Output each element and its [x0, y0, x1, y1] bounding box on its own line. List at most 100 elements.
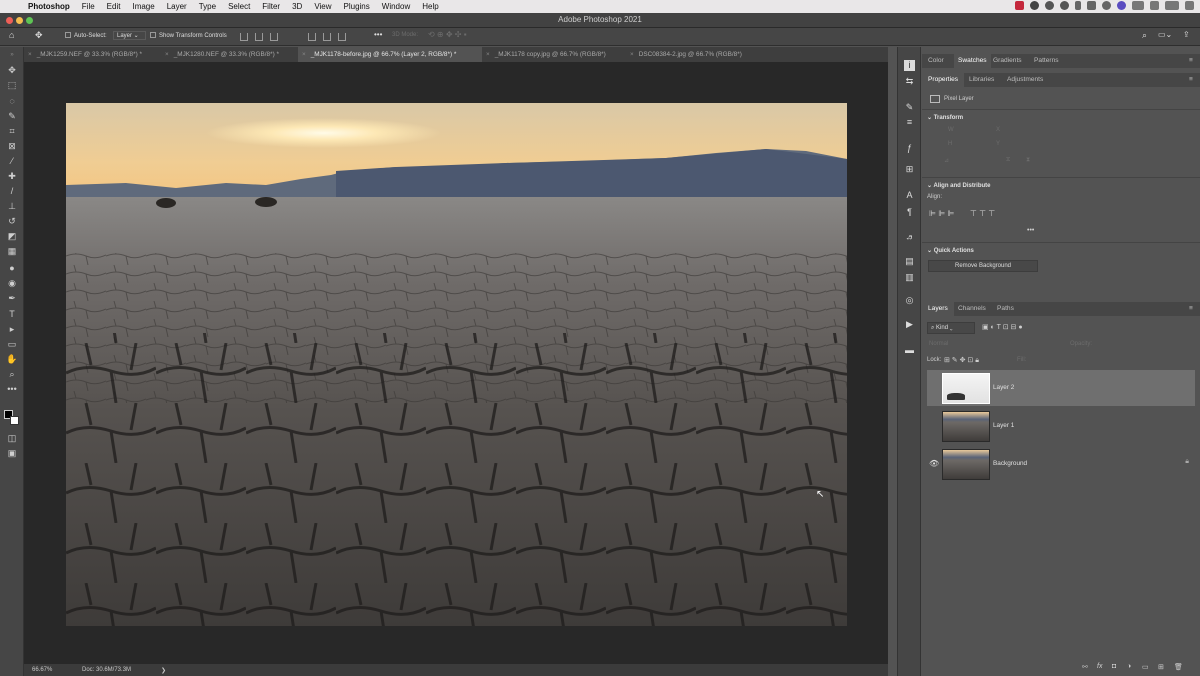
menu-file[interactable]: File [76, 2, 101, 11]
character-panel-icon[interactable]: A [904, 190, 915, 201]
tab-color[interactable]: Color [928, 57, 944, 64]
show-transform-controls-checkbox[interactable]: Show Transform Controls [150, 32, 227, 39]
layer-row-background[interactable]: 👁︎ Background 🔒︎ [927, 446, 1195, 482]
flip-vertical-icon[interactable]: ⧗ [1026, 157, 1030, 164]
tab-document-active[interactable]: × _MJK1178-before.jpg @ 66.7% (Layer 2, R… [298, 47, 482, 62]
adjustment-layer-icon[interactable]: ◑ [1127, 663, 1131, 670]
add-mask-icon[interactable]: ◘ [1112, 663, 1116, 670]
close-tab-icon[interactable]: × [486, 51, 490, 58]
align-right-edges-icon[interactable] [270, 33, 278, 41]
remove-background-button[interactable]: Remove Background [928, 260, 1038, 272]
type-tool-icon[interactable]: T [5, 308, 19, 320]
menu-3d[interactable]: 3D [286, 2, 308, 11]
tab-document-5[interactable]: × DSC08384-2.jpg @ 66.7% (RGB/8*) [626, 47, 786, 62]
menu-filter[interactable]: Filter [256, 2, 286, 11]
control-center-icon[interactable] [1185, 1, 1194, 10]
status-display-icon[interactable] [1132, 1, 1144, 10]
tab-properties[interactable]: Properties [922, 73, 965, 87]
glyphs-panel-icon[interactable]: ꭿ [904, 231, 915, 242]
menu-app-photoshop[interactable]: Photoshop [22, 2, 76, 11]
document-size[interactable]: Doc: 30.6M/73.3M [82, 667, 131, 673]
adjust-panel-icon[interactable]: ≡ [904, 117, 915, 128]
tab-swatches[interactable]: Swatches [954, 54, 991, 68]
background-color-swatch[interactable] [10, 416, 19, 425]
new-layer-icon[interactable]: ⊞ [1158, 663, 1164, 671]
info-panel-icon[interactable]: i [904, 60, 915, 71]
close-tab-icon[interactable]: × [165, 51, 169, 58]
layer-filter-icons[interactable]: ▣ ◐ T ⊡ ⊟ ● [982, 323, 1023, 331]
frame-tool-icon[interactable]: ⊠ [5, 140, 19, 152]
menu-layer[interactable]: Layer [161, 2, 193, 11]
new-group-icon[interactable]: ▭ [1142, 663, 1149, 671]
rotate-angle-icon[interactable]: ⊿ [944, 157, 949, 164]
layer-name[interactable]: Background [993, 460, 1027, 467]
transform-w-field[interactable]: W [948, 127, 954, 133]
status-app-icon[interactable] [1015, 1, 1024, 10]
wifi-icon[interactable] [1150, 1, 1159, 10]
timeline-icon[interactable]: ▬ [904, 345, 915, 356]
clone-stamp-tool-icon[interactable]: ⊥ [5, 200, 19, 212]
move-tool-icon[interactable]: ✥ [5, 64, 19, 76]
tab-document-1[interactable]: × _MJK1259.NEF @ 33.3% (RGB/8*) * [24, 47, 161, 62]
lock-options-icons[interactable]: ⊞ ✎ ✥ ⊡ 🔒︎ [944, 356, 979, 365]
transform-h-field[interactable]: H [948, 141, 952, 147]
lock-icon[interactable]: 🔒︎ [1185, 458, 1189, 466]
zoom-tool-icon[interactable]: ⌕ [5, 368, 19, 380]
layer-name[interactable]: Layer 2 [993, 384, 1014, 391]
history-brush-tool-icon[interactable]: ↺ [5, 215, 19, 227]
edit-toolbar-icon[interactable]: ••• [5, 383, 19, 395]
auto-select-checkbox[interactable]: Auto-Select: [65, 32, 107, 39]
tab-layers[interactable]: Layers [922, 302, 954, 316]
hand-tool-icon[interactable]: ✋ [5, 353, 19, 365]
status-sync-icon[interactable] [1045, 1, 1054, 10]
status-creative-cloud-icon[interactable] [1060, 1, 1069, 10]
close-tab-icon[interactable]: × [630, 51, 634, 58]
actions-play-icon[interactable]: ▶ [904, 319, 915, 330]
crop-tool-icon[interactable]: ⌗ [5, 125, 19, 137]
panel-menu-icon[interactable]: ≡ [1189, 305, 1193, 312]
history-panel-icon[interactable]: ⇆ [904, 76, 915, 87]
layer-filter-kind-dropdown[interactable]: ⌕ Kind ⌄ [927, 322, 975, 334]
align-top-edges-icon[interactable] [308, 33, 316, 41]
align-vertical-centers-icon[interactable] [323, 33, 331, 41]
menu-edit[interactable]: Edit [101, 2, 127, 11]
status-timer-icon[interactable] [1087, 1, 1096, 10]
lasso-tool-icon[interactable]: ◌ [5, 95, 19, 107]
navigator-panel-icon[interactable]: ▤ [904, 256, 915, 267]
close-tab-icon[interactable]: × [302, 51, 306, 58]
tab-channels[interactable]: Channels [958, 305, 986, 312]
battery-icon[interactable] [1165, 1, 1179, 10]
quick-actions-section-header[interactable]: ⌄ Quick Actions [927, 247, 974, 254]
align-more-icon[interactable]: ••• [1027, 227, 1034, 234]
fx-button[interactable]: fx [1097, 663, 1102, 670]
tab-document-4[interactable]: × _MJK1178 copy.jpg @ 66.7% (RGB/8*) [482, 47, 626, 62]
tab-paths[interactable]: Paths [997, 305, 1014, 312]
layer-row-layer-1[interactable]: Layer 1 [927, 408, 1195, 444]
pen-tool-icon[interactable]: ✒ [5, 292, 19, 304]
menu-type[interactable]: Type [193, 2, 222, 11]
brush-settings-icon[interactable]: ✎ [904, 102, 915, 113]
move-tool-preset-icon[interactable]: ✥ [35, 30, 43, 41]
paragraph-panel-icon[interactable]: ¶ [904, 207, 915, 218]
status-clock-icon[interactable] [1102, 1, 1111, 10]
flip-horizontal-icon[interactable]: ⧖ [1006, 157, 1010, 164]
quick-selection-tool-icon[interactable]: ✎ [5, 110, 19, 122]
layer-name[interactable]: Layer 1 [993, 422, 1014, 429]
share-icon[interactable]: ⇪ [1183, 30, 1190, 39]
blur-tool-icon[interactable]: ● [5, 262, 19, 274]
delete-layer-icon[interactable]: 🗑︎ [1174, 663, 1183, 671]
visibility-eye-icon[interactable]: 👁︎ [929, 459, 939, 468]
screen-mode-icon[interactable]: ▣ [5, 447, 19, 459]
link-layers-icon[interactable]: ⚯ [1082, 663, 1088, 671]
brush-tool-icon[interactable]: / [5, 185, 19, 197]
home-icon[interactable]: ⌂ [9, 30, 14, 40]
blend-mode-dropdown[interactable]: Normal [929, 341, 948, 347]
tab-adjustments[interactable]: Adjustments [1007, 76, 1043, 83]
gradient-tool-icon[interactable]: ▦ [5, 245, 19, 257]
dodge-tool-icon[interactable]: ◉ [5, 277, 19, 289]
tab-libraries[interactable]: Libraries [969, 76, 994, 83]
eraser-tool-icon[interactable]: ◩ [5, 230, 19, 242]
clone-source-icon[interactable]: ◎ [904, 295, 915, 306]
close-tab-icon[interactable]: × [28, 51, 32, 58]
status-profile-icon[interactable] [1117, 1, 1126, 10]
